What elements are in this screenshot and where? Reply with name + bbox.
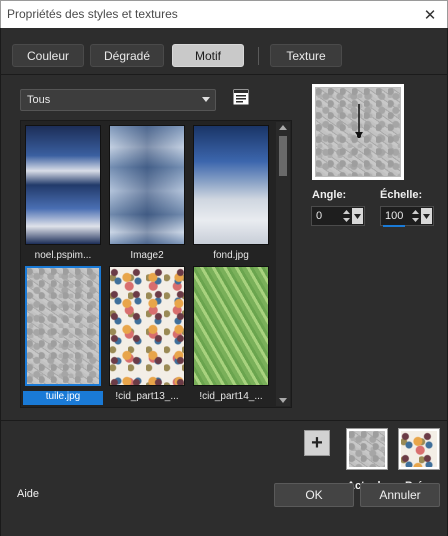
pattern-thumb-fond[interactable]: fond.jpg (191, 123, 271, 261)
bottom-divider (0, 420, 448, 421)
pattern-label: fond.jpg (213, 250, 249, 261)
scroll-down-icon[interactable] (279, 398, 287, 403)
chevron-down-icon (202, 97, 210, 102)
angle-label: Angle: (312, 189, 347, 201)
pattern-label: noel.pspim... (34, 250, 92, 261)
pattern-image (25, 125, 101, 245)
tab-bar: Couleur Dégradé Motif Texture (0, 44, 448, 68)
pattern-label: tuile.jpg (23, 391, 103, 405)
angle-spinbox[interactable]: 0 (311, 206, 365, 226)
pattern-image (109, 125, 185, 245)
scrollbar-thumb[interactable] (279, 136, 287, 176)
cancel-button[interactable]: Annuler (360, 483, 440, 507)
pattern-thumb-noel[interactable]: noel.pspim... (23, 123, 103, 261)
spin-arrows-icon[interactable] (342, 209, 351, 223)
add-swatch-button[interactable]: + (304, 430, 330, 456)
pattern-preview[interactable] (312, 84, 404, 180)
panel-divider (0, 74, 448, 75)
spin-arrows-icon[interactable] (411, 209, 420, 223)
pattern-label: !cid_part13_... (115, 391, 179, 402)
ok-button[interactable]: OK (274, 483, 354, 507)
angle-handle-icon[interactable] (352, 104, 366, 144)
window-titlebar: Propriétés des styles et textures ✕ (0, 0, 448, 28)
angle-value: 0 (316, 210, 323, 222)
tab-separator (258, 47, 259, 65)
list-view-icon[interactable] (233, 89, 249, 105)
gallery-scrollbar[interactable] (276, 122, 290, 406)
tab-degrade[interactable]: Dégradé (90, 44, 164, 67)
pattern-image (193, 125, 269, 245)
tab-texture[interactable]: Texture (270, 44, 342, 67)
scale-spinbox[interactable]: 100 (380, 206, 434, 227)
pattern-thumb-cid-part14[interactable]: !cid_part14_... (191, 264, 271, 402)
category-select[interactable]: Tous (20, 89, 216, 111)
focus-underline (383, 225, 405, 227)
chevron-down-icon[interactable] (421, 208, 432, 224)
pattern-thumb-cid-part13[interactable]: !cid_part13_... (107, 264, 187, 402)
previous-swatch-image (401, 431, 437, 467)
pattern-thumb-image2[interactable]: Image2 (107, 123, 187, 261)
pattern-gallery: noel.pspim... Image2 fond.jpg tuile.jpg … (20, 120, 292, 408)
previous-swatch[interactable] (398, 428, 440, 470)
tab-motif[interactable]: Motif (172, 44, 244, 67)
help-link[interactable]: Aide (17, 488, 39, 500)
scale-label: Échelle: (380, 189, 423, 201)
close-icon[interactable]: ✕ (413, 1, 447, 29)
pattern-image (193, 266, 269, 386)
current-swatch-image (349, 431, 385, 467)
pattern-label: Image2 (130, 250, 164, 261)
scroll-up-icon[interactable] (279, 125, 287, 130)
chevron-down-icon[interactable] (352, 208, 363, 224)
pattern-label: !cid_part14_... (199, 391, 263, 402)
preview-image (315, 87, 401, 177)
pattern-image (109, 266, 185, 386)
tab-couleur[interactable]: Couleur (12, 44, 84, 67)
window-title: Propriétés des styles et textures (7, 7, 178, 21)
current-swatch[interactable] (346, 428, 388, 470)
pattern-image (25, 266, 101, 386)
pattern-thumb-tuile[interactable]: tuile.jpg (23, 264, 103, 405)
scale-value: 100 (385, 210, 404, 222)
category-select-value: Tous (27, 94, 51, 106)
